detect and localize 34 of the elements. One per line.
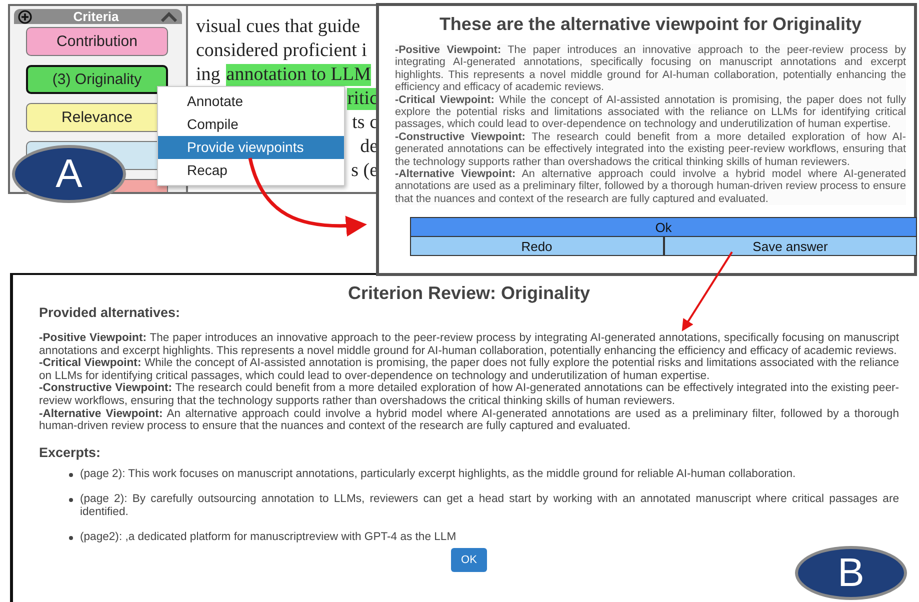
viewpoint-text: -Positive Viewpoint: The paper introduces an innovative approach to the peer-review process by integrating AI-generated annotations, specifically focusing on manuscript annotations and excerpt highlights. This represents a novel middle ground for AI-human collaboration, potentially enhancing the efficiency and efficacy of academic reviews.	[395, 44, 906, 94]
highlighted-text: annotation to LLM	[226, 64, 371, 86]
dialog-title: Criterion Review: Originality	[346, 283, 592, 303]
dialog-title: These are the alternative viewpoint for Originality	[438, 13, 863, 36]
collapse-caret-icon[interactable]	[160, 12, 178, 22]
criterion-button[interactable]: Contribution	[26, 27, 168, 56]
ok-button[interactable]: Ok	[411, 218, 916, 238]
add-icon[interactable]	[18, 10, 32, 24]
sidebar-title: Criteria	[72, 9, 120, 24]
save-answer-button[interactable]: Save answer	[662, 237, 916, 256]
excerpt-text: (page 2): By carefully outsourcing annotation to LLMs, reviewers can get a head start by working with an annotated manuscript where critical passages are identified.	[80, 492, 899, 519]
viewpoint-text: -Critical Viewpoint: While the concept of AI-assisted annotation is promising, the paper does not fully explore the potential risks and limitations associated with the reliance on LLMs for identifying critical passages, which could lead to over-dependence on technology and underutilization of human expertise.	[395, 94, 906, 131]
ok-button[interactable]: OK	[451, 548, 487, 572]
document-text: considered proficient i	[196, 40, 367, 62]
excerpt-text: (page2): ,a dedicated platform for manuscriptreview with GPT-4 as the LLM	[80, 530, 456, 544]
bullet-icon	[69, 536, 73, 540]
section-heading: Excerpts:	[39, 444, 102, 460]
excerpt-text: (page 2): This work focuses on manuscript annotations, particularly excerpt highlights, as the middle ground for reliable AI-human collaboration.	[80, 468, 796, 481]
viewpoint-text: -Critical Viewpoint: While the concept of AI-assisted annotation is promising, the paper does not fully explore the potential risks and limitations associated with the reliance on LLMs for identifying critical passages, which could lead to over-dependence on technology and underutilization of human expertise.	[39, 357, 899, 382]
document-text: visual cues that guide	[196, 16, 360, 38]
bullet-icon	[69, 472, 73, 477]
document-text: ing	[196, 64, 220, 86]
criterion-button[interactable]: (3) Originality	[26, 65, 168, 94]
redo-button[interactable]: Redo	[411, 237, 662, 256]
viewpoint-text: -Constructive Viewpoint: The research could benefit from a more detailed exploration of how AI-generated annotations can be effectively integrated into the existing peer-review workflows, ensuring that the technology supports rather than overshadows the critical thinking skills of human reviewers.	[39, 382, 899, 408]
viewpoint-text: -Alternative Viewpoint: An alternative approach could involve a hybrid model where AI-generated annotations are used as a preliminary filter, followed by a thorough human-driven review process to ensure that the nuances and context of the research are fully captured and evaluated.	[395, 168, 906, 206]
menu-item[interactable]: Recap	[158, 159, 344, 182]
highlighted-text: ritic	[347, 88, 378, 110]
viewpoint-text: -Constructive Viewpoint: The research could benefit from a more detailed exploration of how AI-generated annotations can be effectively integrated into the existing peer-review workflows, ensuring that the technology supports rather than overshadows the critical thinking skills of human reviewers.	[395, 130, 906, 168]
section-heading: Provided alternatives:	[39, 305, 182, 320]
viewpoint-text: -Positive Viewpoint: The paper introduces an innovative approach to the peer-review process by integrating AI-generated annotations, specifically focusing on manuscript annotations and excerpt highlights. This represents a novel middle ground for AI-human collaboration, potentially enhancing the efficiency and efficacy of academic reviews.	[39, 332, 899, 358]
viewpoint-text: -Alternative Viewpoint: An alternative approach could involve a hybrid model where AI-generated annotations are used as a preliminary filter, followed by a thorough human-driven review process to ensure that the nuances and context of the research are fully captured and evaluated.	[39, 408, 899, 433]
bullet-icon	[69, 498, 73, 502]
menu-item[interactable]: Provide viewpoints	[158, 136, 344, 159]
